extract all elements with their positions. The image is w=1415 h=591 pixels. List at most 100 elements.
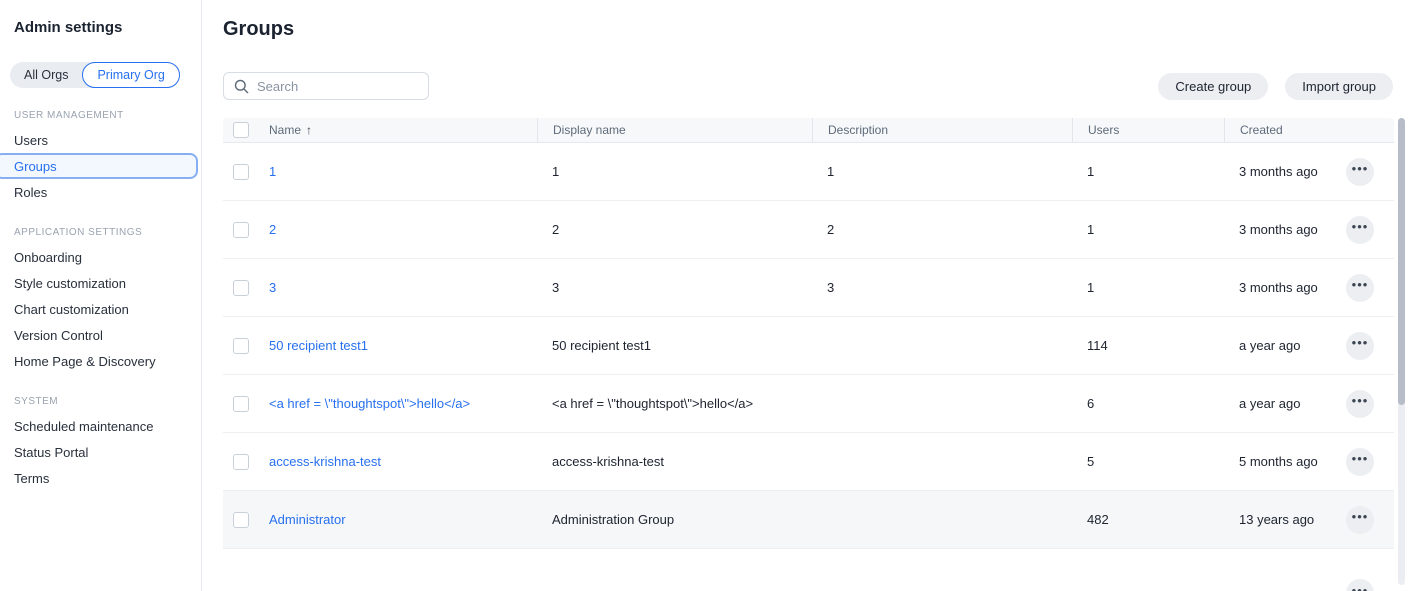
display-name-cell: 2 bbox=[537, 222, 812, 237]
more-options-icon: ••• bbox=[1352, 278, 1369, 291]
row-actions-cell: ••• bbox=[1346, 448, 1394, 476]
more-options-button[interactable]: ••• bbox=[1346, 274, 1374, 302]
table-row: 1 1 1 1 3 months ago ••• bbox=[223, 143, 1394, 201]
sidebar-title: Admin settings bbox=[14, 19, 187, 36]
users-count-cell: 1 bbox=[1072, 280, 1224, 295]
row-checkbox[interactable] bbox=[233, 396, 249, 412]
row-checkbox-cell bbox=[223, 338, 269, 354]
create-group-button[interactable]: Create group bbox=[1158, 73, 1268, 100]
row-checkbox-cell bbox=[223, 222, 269, 238]
description-cell: 3 bbox=[812, 280, 1072, 295]
display-name-cell: <a href = \"thoughtspot\">hello</a> bbox=[537, 396, 812, 411]
groups-table: Name ↑ Display name Description Users Cr… bbox=[223, 118, 1394, 591]
column-header-users[interactable]: Users bbox=[1072, 118, 1224, 142]
more-options-button[interactable]: ••• bbox=[1346, 332, 1374, 360]
created-cell: a year ago bbox=[1224, 338, 1346, 353]
row-actions-cell: ••• bbox=[1346, 274, 1394, 302]
users-count-cell: 5 bbox=[1072, 454, 1224, 469]
table-row: <a href = \"thoughtspot\">hello</a> <a h… bbox=[223, 375, 1394, 433]
section-label-user-management: USER MANAGEMENT bbox=[0, 110, 201, 121]
vertical-scrollbar-thumb[interactable] bbox=[1398, 118, 1405, 405]
users-count-cell: 114 bbox=[1072, 338, 1224, 353]
group-name-cell: 1 bbox=[269, 164, 537, 179]
more-options-icon: ••• bbox=[1352, 584, 1369, 591]
toolbar: Create group Import group bbox=[223, 72, 1393, 100]
row-checkbox[interactable] bbox=[233, 338, 249, 354]
row-actions-cell: ••• bbox=[1346, 506, 1394, 534]
table-row: 50 recipient test1 50 recipient test1 11… bbox=[223, 317, 1394, 375]
row-actions-cell: ••• bbox=[1346, 158, 1394, 186]
users-count-cell: 482 bbox=[1072, 512, 1224, 527]
sidebar-item-chart-customization[interactable]: Chart customization bbox=[0, 296, 201, 322]
more-options-icon: ••• bbox=[1352, 510, 1369, 523]
more-options-button[interactable]: ••• bbox=[1346, 390, 1374, 418]
group-name-link[interactable]: 1 bbox=[269, 164, 276, 179]
sidebar-item-groups[interactable]: Groups bbox=[0, 153, 198, 179]
display-name-cell: 1 bbox=[537, 164, 812, 179]
display-name-cell: access-krishna-test bbox=[537, 454, 812, 469]
row-checkbox-cell bbox=[223, 512, 269, 528]
org-toggle: All Orgs Primary Org bbox=[10, 62, 180, 88]
group-name-link[interactable]: Administrator bbox=[269, 512, 346, 527]
group-name-link[interactable]: 2 bbox=[269, 222, 276, 237]
created-cell: 3 months ago bbox=[1224, 222, 1346, 237]
row-actions-cell: ••• bbox=[1346, 390, 1394, 418]
table-row: 2 2 2 1 3 months ago ••• bbox=[223, 201, 1394, 259]
header-checkbox-cell bbox=[223, 118, 269, 142]
row-checkbox[interactable] bbox=[233, 164, 249, 180]
more-options-button[interactable]: ••• bbox=[1346, 448, 1374, 476]
sidebar-item-terms[interactable]: Terms bbox=[0, 465, 201, 491]
display-name-cell: 3 bbox=[537, 280, 812, 295]
row-checkbox[interactable] bbox=[233, 512, 249, 528]
table-row: access-krishna-test access-krishna-test … bbox=[223, 433, 1394, 491]
created-cell: 3 months ago bbox=[1224, 164, 1346, 179]
sidebar-item-status-portal[interactable]: Status Portal bbox=[0, 439, 201, 465]
created-cell: 3 months ago bbox=[1224, 280, 1346, 295]
vertical-scrollbar-track[interactable] bbox=[1398, 118, 1405, 585]
table-body: 1 1 1 1 3 months ago ••• 2 2 2 1 3 month… bbox=[223, 143, 1394, 549]
select-all-checkbox[interactable] bbox=[233, 122, 249, 138]
more-options-button[interactable]: ••• bbox=[1346, 158, 1374, 186]
column-header-description[interactable]: Description bbox=[812, 118, 1072, 142]
import-group-button[interactable]: Import group bbox=[1285, 73, 1393, 100]
search-input[interactable] bbox=[257, 79, 418, 94]
section-label-application-settings: APPLICATION SETTINGS bbox=[0, 227, 201, 238]
more-options-button[interactable]: ••• bbox=[1346, 506, 1374, 534]
sidebar-item-users[interactable]: Users bbox=[0, 127, 201, 153]
sort-asc-icon: ↑ bbox=[306, 123, 312, 137]
section-label-system: SYSTEM bbox=[0, 396, 201, 407]
more-options-button[interactable]: ••• bbox=[1346, 216, 1374, 244]
row-checkbox[interactable] bbox=[233, 222, 249, 238]
group-name-link[interactable]: <a href = \"thoughtspot\">hello</a> bbox=[269, 396, 470, 411]
org-toggle-all-orgs[interactable]: All Orgs bbox=[10, 62, 82, 88]
org-toggle-primary-org[interactable]: Primary Org bbox=[82, 62, 179, 88]
row-checkbox-cell bbox=[223, 164, 269, 180]
group-name-link[interactable]: access-krishna-test bbox=[269, 454, 381, 469]
header-actions-cell bbox=[1346, 118, 1394, 142]
sidebar-item-style-customization[interactable]: Style customization bbox=[0, 270, 201, 296]
sidebar-item-version-control[interactable]: Version Control bbox=[0, 322, 201, 348]
column-header-name[interactable]: Name ↑ bbox=[269, 118, 537, 142]
sidebar-item-onboarding[interactable]: Onboarding bbox=[0, 244, 201, 270]
group-name-cell: access-krishna-test bbox=[269, 454, 537, 469]
sidebar-item-scheduled-maintenance[interactable]: Scheduled maintenance bbox=[0, 413, 201, 439]
sidebar-item-home-page-discovery[interactable]: Home Page & Discovery bbox=[0, 348, 201, 374]
search-box[interactable] bbox=[223, 72, 429, 100]
group-name-link[interactable]: 3 bbox=[269, 280, 276, 295]
sidebar-item-roles[interactable]: Roles bbox=[0, 179, 201, 205]
more-options-icon: ••• bbox=[1352, 220, 1369, 233]
column-header-display-name[interactable]: Display name bbox=[537, 118, 812, 142]
row-checkbox[interactable] bbox=[233, 280, 249, 296]
table-header-row: Name ↑ Display name Description Users Cr… bbox=[223, 118, 1394, 143]
description-cell: 2 bbox=[812, 222, 1072, 237]
group-name-link[interactable]: 50 recipient test1 bbox=[269, 338, 368, 353]
column-header-created[interactable]: Created bbox=[1224, 118, 1346, 142]
created-cell: 13 years ago bbox=[1224, 512, 1346, 527]
more-options-button[interactable]: ••• bbox=[1346, 579, 1374, 591]
created-cell: 5 months ago bbox=[1224, 454, 1346, 469]
row-checkbox[interactable] bbox=[233, 454, 249, 470]
users-count-cell: 1 bbox=[1072, 222, 1224, 237]
search-icon bbox=[234, 79, 249, 94]
row-actions-cell: ••• bbox=[1346, 332, 1394, 360]
row-checkbox-cell bbox=[223, 280, 269, 296]
